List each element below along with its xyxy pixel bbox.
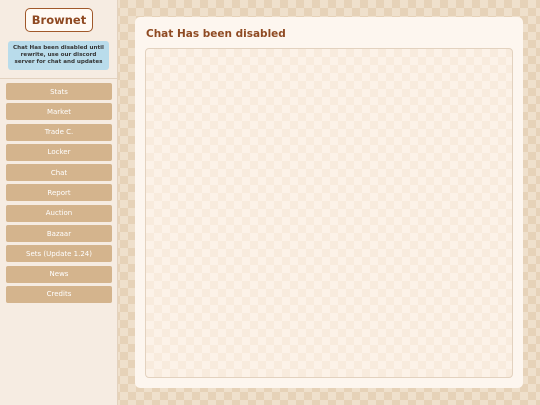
chat-area [145, 48, 513, 378]
nav-credits-button[interactable]: Credits [6, 285, 112, 303]
nav-stats-button[interactable]: Stats [6, 83, 112, 100]
sidebar-divider [0, 78, 117, 79]
nav-chat-button[interactable]: Chat [6, 164, 112, 182]
main-panel: Chat Has been disabled [135, 17, 523, 388]
chat-disabled-notice: Chat Has been disabled until rewrite, us… [8, 41, 109, 70]
sidebar: Brownet Chat Has been disabled until rew… [0, 0, 118, 405]
nav-bazaar-button[interactable]: Bazaar [6, 225, 112, 243]
nav-news-button[interactable]: News [6, 265, 112, 283]
nav-market-button[interactable]: Market [6, 103, 112, 121]
nav-report-button[interactable]: Report [6, 184, 112, 202]
nav-sets-button[interactable]: Sets (Update 1.24) [6, 245, 112, 263]
brand-logo[interactable]: Brownet [25, 8, 93, 32]
page-title: Chat Has been disabled [146, 28, 286, 40]
nav-auction-button[interactable]: Auction [6, 204, 112, 222]
nav-locker-button[interactable]: Locker [6, 143, 112, 161]
sidebar-nav: Stats Market Trade C. Locker Chat Report… [6, 83, 112, 306]
nav-trade-button[interactable]: Trade C. [6, 123, 112, 141]
